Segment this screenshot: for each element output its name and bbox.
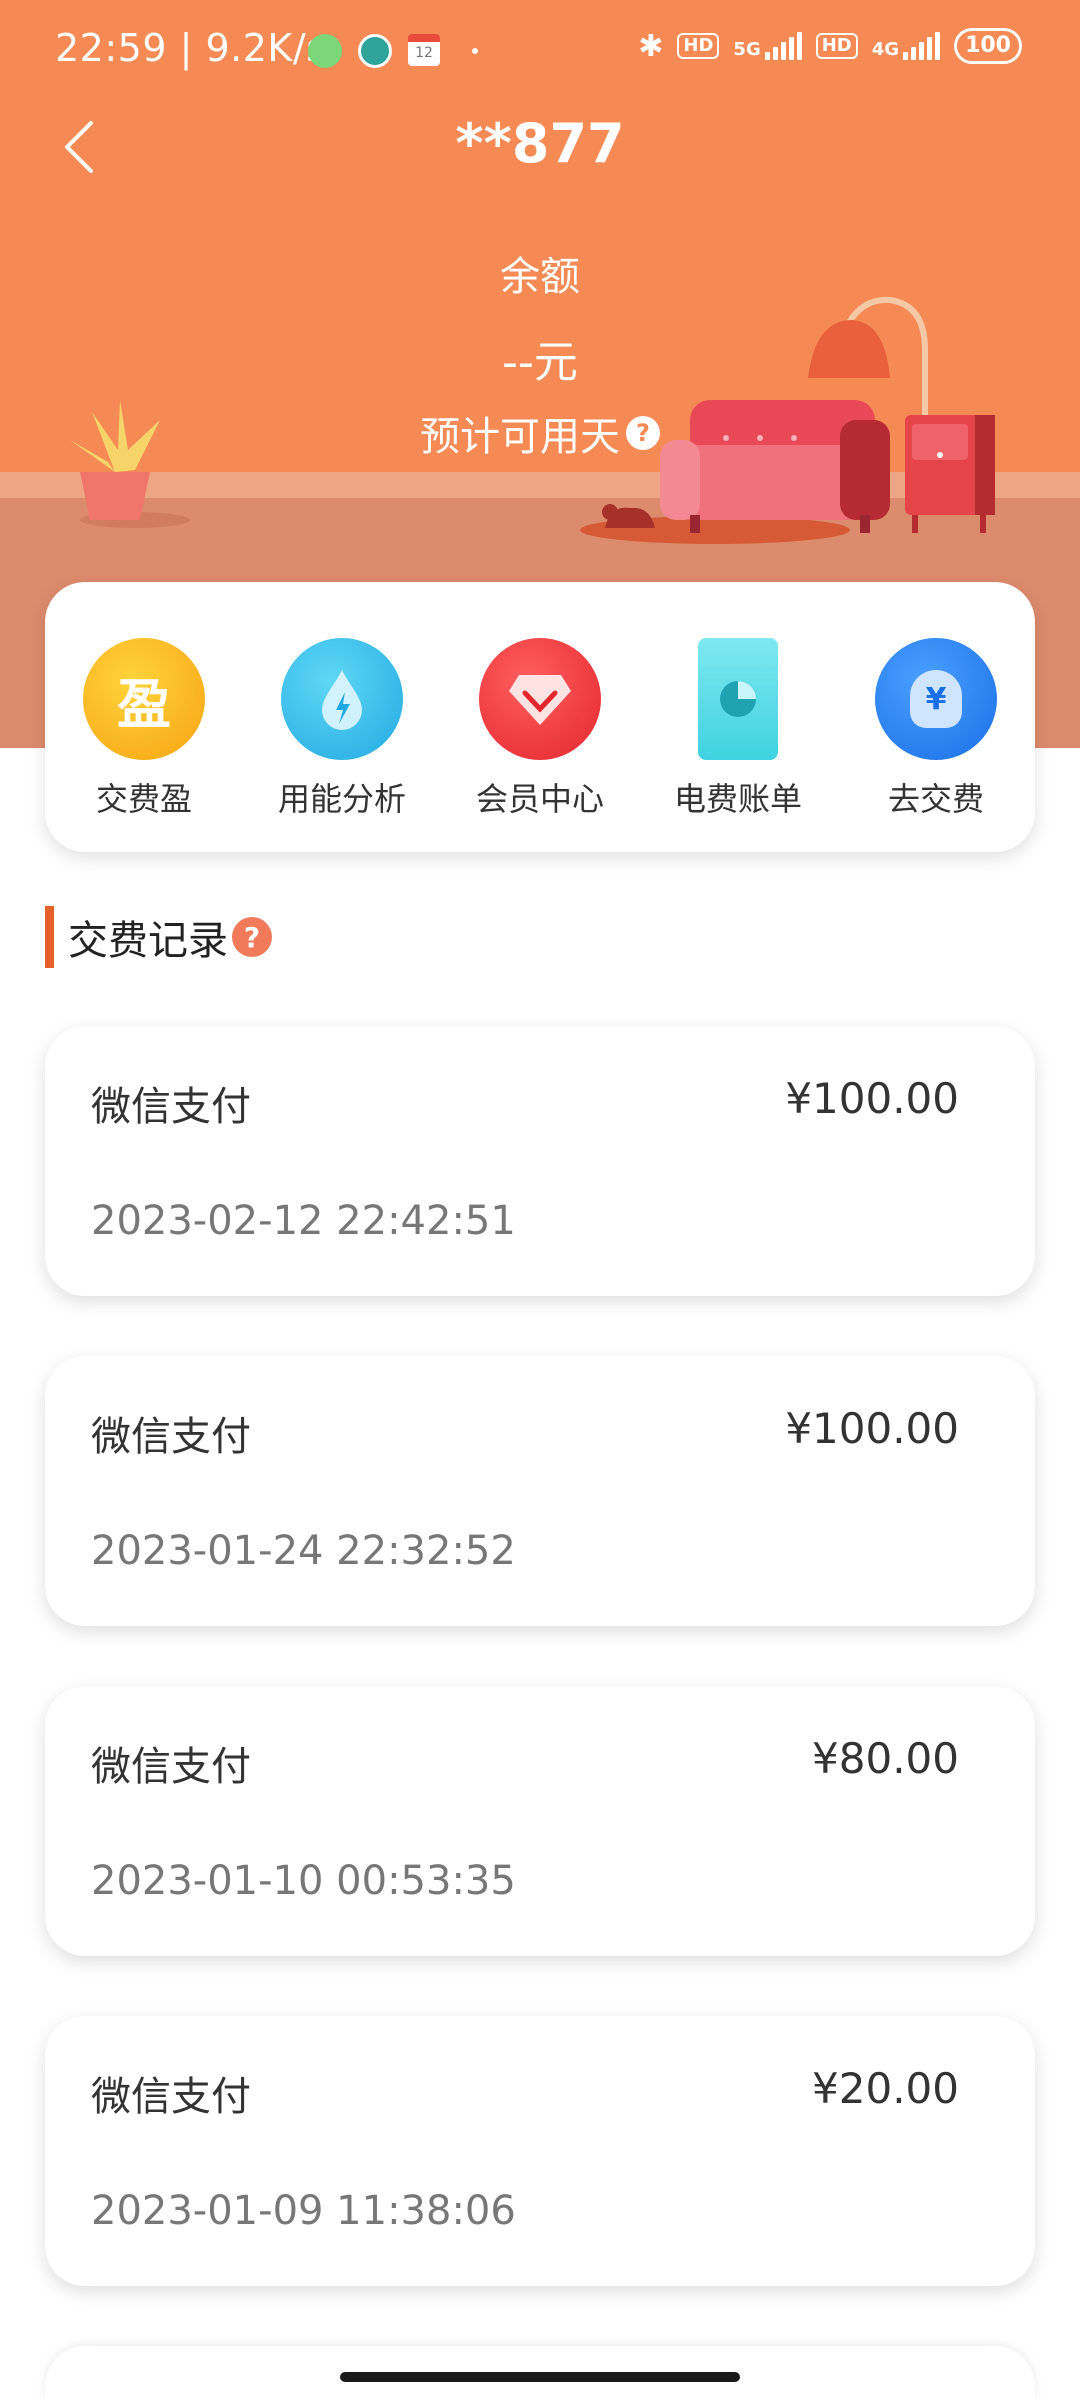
payment-method: 微信支付 (91, 1744, 251, 1790)
wechat-status-icon (308, 34, 342, 68)
bill-chart-icon (698, 638, 778, 760)
status-dot (472, 48, 478, 54)
payment-time: 2023-01-10 00:53:35 (91, 1858, 516, 1904)
payment-record[interactable]: 微信支付 ¥80.00 2023-01-10 00:53:35 (45, 1686, 1035, 1956)
calendar-status-icon: 12 (408, 34, 440, 66)
status-bar: 22:59 | 9.2K/s 12 ✱ HD 5G HD 4G 100 (0, 0, 1080, 100)
payment-amount: ¥20.00 (812, 2064, 959, 2113)
browser-status-icon (358, 34, 392, 68)
payment-time: 2023-01-24 22:32:52 (91, 1528, 516, 1574)
balance-value: --元 (502, 337, 578, 388)
coin-ying-icon: 盈 (83, 638, 205, 760)
quick-actions-card: 盈 交费盈 用能分析 会员中心 电费账单 ¥ 去交费 (45, 582, 1035, 852)
signal-4g-icon: 4G (872, 32, 941, 60)
energy-drop-icon (281, 638, 403, 760)
bluetooth-icon: ✱ (638, 28, 664, 64)
help-icon[interactable]: ? (626, 416, 660, 450)
hd-icon-2: HD (815, 33, 858, 59)
estimated-days-label: 预计可用天 (420, 414, 620, 460)
balance-label: 余额 (500, 254, 580, 300)
signal-5g-icon: 5G (733, 32, 802, 60)
home-indicator[interactable] (340, 2372, 740, 2382)
payment-amount: ¥100.00 (785, 1074, 959, 1123)
estimated-days: 预计可用天 ? (0, 404, 1080, 462)
payment-method: 微信支付 (91, 2074, 251, 2120)
payment-time: 2023-01-09 11:38:06 (91, 2188, 516, 2234)
action-go-pay[interactable]: ¥ 去交费 (837, 582, 1035, 820)
payment-method: 微信支付 (91, 1414, 251, 1460)
payment-method: 微信支付 (91, 1084, 251, 1130)
hd-icon: HD (677, 33, 720, 59)
diamond-icon (479, 638, 601, 760)
status-right: ✱ HD 5G HD 4G 100 (638, 28, 1022, 64)
status-time: 22:59 | 9.2K/s (55, 26, 327, 70)
payment-records-heading: 交费记录 ? (45, 906, 272, 968)
pay-bulb-icon: ¥ (875, 638, 997, 760)
action-member-center[interactable]: 会员中心 (441, 582, 639, 820)
payment-record[interactable]: 微信支付 ¥100.00 2023-02-12 22:42:51 (45, 1026, 1035, 1296)
section-title: 交费记录 (68, 918, 228, 964)
payment-time: 2023-02-12 22:42:51 (91, 1198, 516, 1244)
payment-record[interactable]: 微信支付 ¥100.00 2023-01-24 22:32:52 (45, 1356, 1035, 1626)
action-electricity-bill[interactable]: 电费账单 (639, 582, 837, 820)
payment-record[interactable]: 微信支付 ¥20.00 2023-01-09 11:38:06 (45, 2016, 1035, 2286)
page-title: **877 (455, 112, 625, 175)
payment-amount: ¥80.00 (812, 1734, 959, 1783)
help-icon[interactable]: ? (232, 917, 272, 957)
battery-icon: 100 (954, 28, 1022, 64)
section-accent-bar (45, 906, 54, 968)
payment-amount: ¥100.00 (785, 1404, 959, 1453)
action-jiaofeiying[interactable]: 盈 交费盈 (45, 582, 243, 820)
action-energy-analysis[interactable]: 用能分析 (243, 582, 441, 820)
